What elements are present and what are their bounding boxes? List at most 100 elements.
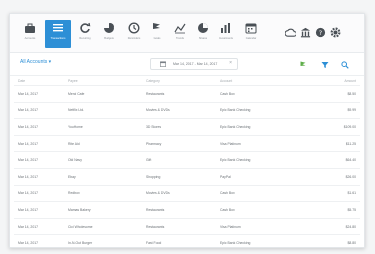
cell-amount: $64.40 <box>306 151 360 169</box>
clear-date-button[interactable]: × <box>229 60 232 66</box>
bank-icon[interactable] <box>300 27 311 38</box>
tool-investments[interactable]: Investments <box>213 20 239 48</box>
gear-icon[interactable] <box>330 27 341 38</box>
tool-label: Calendar <box>245 37 257 40</box>
table-row[interactable]: Mar 14, 2017 In-N-Out Burger Fast Food E… <box>14 234 360 247</box>
cell-date: Mar 14, 2017 <box>14 217 64 235</box>
header-category[interactable]: Category <box>142 76 216 86</box>
cell-amount: $9.99 <box>306 101 360 119</box>
tool-label: Shares <box>198 37 208 40</box>
cell-payee: Mamas Bakery <box>64 201 142 219</box>
trend-icon <box>174 23 186 34</box>
date-range-text: Mar 14, 2017 - Mar 14, 2017 <box>173 61 218 66</box>
cell-category: Movies & DVDs <box>142 184 216 202</box>
table-row[interactable]: Mar 14, 2017 Cici Wholesome Restaurants … <box>14 217 360 235</box>
cell-category: Fast Food <box>142 234 216 247</box>
clock-icon <box>128 22 140 34</box>
table-row[interactable]: Mar 14, 2017 Ebay Shopping PayPal $26.00 <box>14 167 360 186</box>
pie-chart-icon <box>198 23 208 33</box>
tool-transactions[interactable]: Transactions <box>45 20 71 48</box>
cell-category: 3D Stores <box>142 118 216 136</box>
cell-amount: $8.50 <box>306 85 360 103</box>
cell-payee: Redbox <box>64 184 142 202</box>
transactions-table: Date Payee Category Account Amount Mar 1… <box>14 76 360 247</box>
briefcase-icon <box>25 23 35 33</box>
cell-payee: Ebay <box>64 167 142 186</box>
cell-date: Mar 14, 2017 <box>14 85 64 103</box>
pie-icon <box>104 23 114 33</box>
cell-amount: $8.80 <box>306 234 360 247</box>
cell-account: PayPal <box>216 167 306 186</box>
tool-budgets[interactable]: Budgets <box>96 20 122 48</box>
main-toolbar: Accounts Transactions Recurring Budgets <box>10 14 364 53</box>
table-row[interactable]: Mar 14, 2017 Mamas Bakery Restaurants Ca… <box>14 201 360 219</box>
tool-label: Budgets <box>104 37 114 40</box>
header-amount[interactable]: Amount <box>306 76 360 86</box>
header-account[interactable]: Account <box>216 76 306 86</box>
table-row[interactable]: Mar 14, 2017 YouHome 3D Stores Epic Bank… <box>14 118 360 136</box>
header-date[interactable]: Date <box>14 76 64 86</box>
cell-payee: In-N-Out Burger <box>64 234 142 247</box>
cell-payee: YouHome <box>64 118 142 136</box>
cell-account: Epic Bank Checking <box>216 118 306 136</box>
cell-account: Visa Platinum <box>216 217 306 235</box>
svg-text:?: ? <box>319 29 322 37</box>
cell-account: Visa Platinum <box>216 134 306 152</box>
cell-date: Mar 14, 2017 <box>14 134 64 152</box>
calendar-small-icon <box>160 61 166 67</box>
cell-date: Mar 14, 2017 <box>14 167 64 186</box>
cell-account: Cash Box <box>216 201 306 219</box>
tool-label: Recurring <box>79 37 91 40</box>
tool-label: Accounts <box>24 37 36 40</box>
cell-amount: $1.61 <box>306 184 360 202</box>
help-icon[interactable]: ? <box>315 27 326 38</box>
cell-date: Mar 14, 2017 <box>14 151 64 169</box>
tool-accounts[interactable]: Accounts <box>17 20 43 48</box>
date-range-picker[interactable]: Mar 14, 2017 - Mar 14, 2017 × <box>150 58 238 70</box>
calendar-icon <box>245 23 257 34</box>
table-row[interactable]: Mar 14, 2017 Netflix Ltd. Movies & DVDs … <box>14 101 360 119</box>
table-row[interactable]: Mar 14, 2017 Redbox Movies & DVDs Cash B… <box>14 184 360 202</box>
tool-recurring[interactable]: Recurring <box>72 20 98 48</box>
cell-category: Movies & DVDs <box>142 101 216 119</box>
cell-amount: $5.75 <box>306 201 360 219</box>
tool-label: Trends <box>176 37 184 40</box>
tool-calendar[interactable]: Calendar <box>238 20 264 48</box>
table-row[interactable]: Mar 14, 2017 Old Navy Gift Epic Bank Che… <box>14 151 360 169</box>
tool-label: Transactions <box>50 37 66 40</box>
cell-date: Mar 14, 2017 <box>14 184 64 202</box>
cell-category: Restaurants <box>142 217 216 235</box>
cell-category: Shopping <box>142 167 216 186</box>
cell-date: Mar 14, 2017 <box>14 118 64 136</box>
cell-category: Pharmacy <box>142 134 216 152</box>
table-header-row: Date Payee Category Account Amount <box>14 76 360 86</box>
cell-date: Mar 14, 2017 <box>14 234 64 247</box>
cell-category: Restaurants <box>142 201 216 219</box>
cell-account: Epic Bank Checking <box>216 101 306 119</box>
app-window: Accounts Transactions Recurring Budgets <box>9 13 365 248</box>
cell-category: Gift <box>142 151 216 169</box>
filter-icon[interactable] <box>321 61 329 69</box>
cell-account: Epic Bank Checking <box>216 234 306 247</box>
table-row[interactable]: Mar 14, 2017 Rite Aid Pharmacy Visa Plat… <box>14 134 360 152</box>
flag-icon <box>153 23 160 33</box>
cell-date: Mar 14, 2017 <box>14 101 64 119</box>
cell-payee: Old Navy <box>64 151 142 169</box>
search-icon[interactable] <box>341 61 349 69</box>
header-payee[interactable]: Payee <box>64 76 142 86</box>
cell-payee: Merci Cafe <box>64 85 142 103</box>
tool-label: Goals <box>153 37 161 40</box>
cell-payee: Netflix Ltd. <box>64 101 142 119</box>
flag-filter-icon[interactable] <box>299 61 307 69</box>
cell-amount: $11.25 <box>306 134 360 152</box>
cloud-icon[interactable] <box>285 27 296 38</box>
cell-account: Cash Box <box>216 85 306 103</box>
cell-payee: Cici Wholesome <box>64 217 142 235</box>
table-row[interactable]: Mar 14, 2017 Merci Cafe Restaurants Cash… <box>14 85 360 103</box>
cell-account: Epic Bank Checking <box>216 151 306 169</box>
cell-amount: $26.00 <box>306 167 360 186</box>
account-select[interactable]: All Accounts ▾ <box>20 59 51 65</box>
filter-bar: All Accounts ▾ Mar 14, 2017 - Mar 14, 20… <box>10 53 364 76</box>
cell-date: Mar 14, 2017 <box>14 201 64 219</box>
tool-label: Reminders <box>127 37 141 40</box>
